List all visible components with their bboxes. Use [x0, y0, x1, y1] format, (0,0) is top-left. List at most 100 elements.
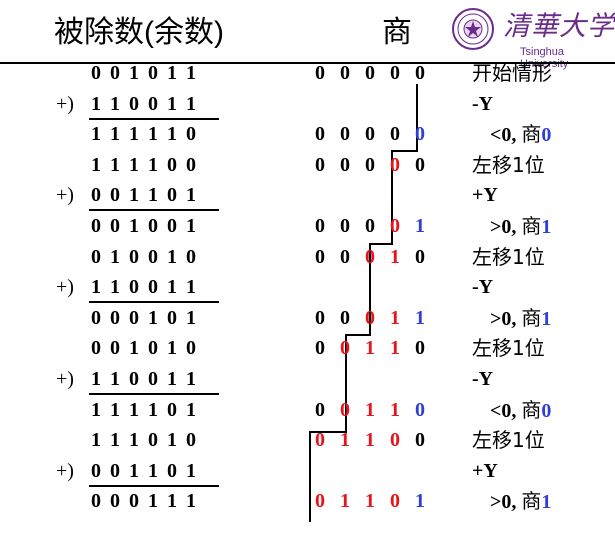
dividend-bits: 1 1 1 1 0 1: [91, 398, 198, 421]
dividend-bits: 0 0 0 1 0 1: [91, 306, 198, 329]
quotient-bit: 0: [365, 153, 375, 176]
quotient-bit: 0: [415, 337, 425, 360]
quotient-bit: 0: [390, 123, 400, 146]
quotient-bit: 0: [365, 123, 375, 146]
quotient-bit: 1: [365, 429, 375, 452]
operation-sign: +): [56, 184, 74, 207]
dividend-bits: 0 0 0 1 1 1: [91, 490, 198, 513]
quotient-bit: 0: [315, 306, 325, 329]
quotient-bit: 0: [390, 215, 400, 237]
quotient-bit: 0: [365, 306, 375, 329]
step-note-part: -Y: [472, 368, 494, 390]
step-note: <0, 商0: [490, 122, 551, 147]
quotient-bit: 1: [390, 245, 400, 268]
step-note-part: >0,: [490, 307, 522, 330]
quotient-bit: 0: [365, 245, 375, 268]
step-note: 左移1位: [472, 153, 545, 178]
step-note-part: 1: [541, 216, 552, 238]
dividend-bits: 0 0 1 0 1 1: [91, 62, 198, 84]
operation-sign: +): [56, 276, 74, 299]
quotient-bit: 0: [415, 62, 425, 84]
sum-underline: [89, 117, 219, 120]
step-note: 左移1位: [472, 245, 545, 270]
step-note-part: 开始情形: [472, 61, 552, 85]
step-note-part: +Y: [472, 459, 498, 482]
step-note: -Y: [472, 92, 493, 116]
step-note: >0, 商1: [490, 214, 551, 239]
step-note-part: 左移1位: [472, 428, 545, 453]
quotient-bit: 0: [315, 398, 325, 421]
step-note-part: 1: [541, 307, 552, 330]
step-note-part: 0: [541, 124, 552, 147]
quotient-bit: 0: [340, 245, 350, 268]
quotient-bit: 0: [340, 123, 350, 146]
quotient-bit: 0: [315, 337, 325, 360]
step-note-part: <0,: [490, 124, 522, 147]
quotient-bit: 0: [340, 62, 350, 84]
quotient-bit: 1: [390, 306, 400, 329]
quotient-bit: 0: [340, 337, 350, 360]
step-note: >0, 商1: [490, 306, 551, 331]
step-note: 开始情形: [472, 61, 552, 86]
sum-underline: [89, 484, 219, 487]
operation-sign: +): [56, 368, 74, 390]
quotient-bit: 1: [340, 490, 350, 513]
dividend-bits: 1 1 1 0 1 0: [91, 429, 198, 452]
step-note: 左移1位: [472, 336, 545, 361]
quotient-bit: 1: [415, 215, 425, 237]
step-note-part: <0,: [490, 399, 522, 422]
step-note-part: 商: [521, 122, 542, 147]
step-note-part: >0,: [490, 491, 522, 514]
quotient-bit: 0: [340, 398, 350, 421]
step-note-part: 左移1位: [472, 336, 545, 361]
dividend-bits: 1 1 0 0 1 1: [91, 368, 198, 390]
quotient-bit: 0: [415, 398, 425, 421]
step-note-part: 1: [541, 491, 552, 514]
step-note: 左移1位: [472, 428, 545, 453]
step-note-part: 0: [541, 399, 552, 422]
quotient-bit: 0: [415, 123, 425, 146]
step-note-part: 商: [521, 214, 542, 238]
quotient-bit: 0: [390, 153, 400, 176]
sum-underline: [89, 209, 219, 212]
step-note-part: 商: [521, 305, 542, 330]
quotient-bit: 1: [365, 337, 375, 360]
quotient-bit: 0: [315, 245, 325, 268]
operation-sign: +): [56, 92, 74, 115]
step-note: +Y: [472, 459, 498, 483]
dividend-bits: 1 1 0 0 1 1: [91, 276, 198, 299]
quotient-bit: 0: [390, 490, 400, 513]
dividend-bits: 1 1 1 1 1 0: [91, 123, 198, 146]
dividend-bits: 0 0 1 0 0 1: [91, 215, 198, 237]
quotient-bit: 1: [365, 398, 375, 421]
quotient-bit: 0: [315, 490, 325, 513]
quotient-bit: 0: [415, 245, 425, 268]
step-note: +Y: [472, 183, 498, 207]
quotient-bit: 0: [340, 306, 350, 329]
step-note: -Y: [472, 367, 493, 391]
sum-underline: [89, 301, 219, 304]
step-note-part: 商: [521, 489, 542, 514]
dividend-bits: 0 0 1 1 0 1: [91, 184, 198, 207]
step-note-part: >0,: [490, 216, 522, 238]
quotient-bit: 0: [365, 215, 375, 237]
quotient-bit: 0: [315, 215, 325, 237]
quotient-bit: 1: [390, 398, 400, 421]
step-note-part: -Y: [472, 92, 494, 115]
quotient-bit: 0: [315, 62, 325, 84]
quotient-bit: 0: [415, 153, 425, 176]
quotient-bit: 1: [415, 490, 425, 513]
dividend-bits: 0 0 1 1 0 1: [91, 459, 198, 482]
step-note-part: -Y: [472, 276, 494, 299]
step-note: -Y: [472, 275, 493, 299]
step-note-part: 商: [521, 397, 542, 422]
step-note-part: 左移1位: [472, 152, 545, 177]
quotient-bit: 1: [365, 490, 375, 513]
quotient-bit: 0: [315, 429, 325, 452]
operation-sign: +): [56, 459, 74, 482]
quotient-bit: 0: [415, 429, 425, 452]
dividend-bits: 0 1 0 0 1 0: [91, 245, 198, 268]
step-note-part: 左移1位: [472, 244, 545, 269]
step-note: >0, 商1: [490, 489, 551, 514]
quotient-bit: 0: [390, 62, 400, 84]
